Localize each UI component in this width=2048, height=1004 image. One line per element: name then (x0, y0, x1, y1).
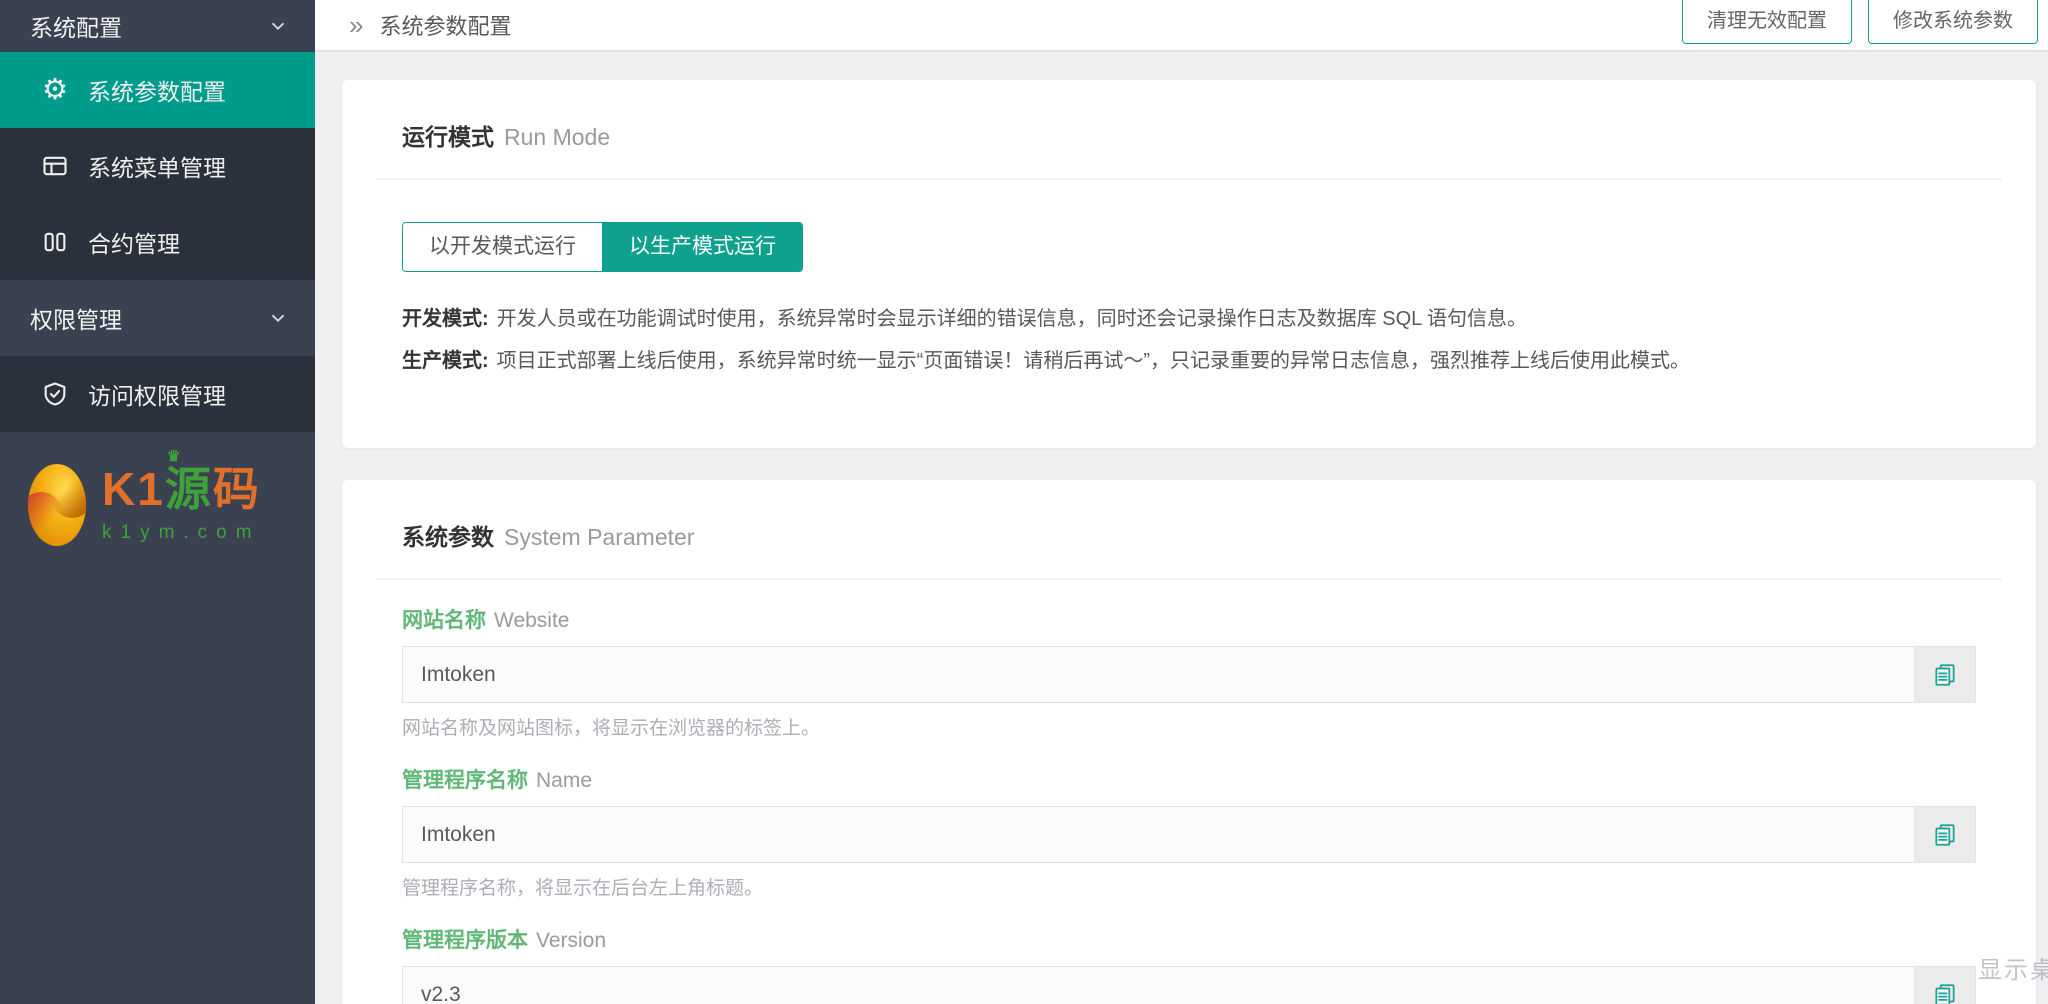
admin-name-input[interactable] (402, 806, 1914, 863)
chevron-down-icon (267, 307, 289, 329)
admin-name-field-group: 管理程序名称Name 管理程序名称，将显示在后台左上角标题。 (402, 764, 1976, 900)
topbar: » 系统参数配置 清理无效配置 修改系统参数 (315, 0, 2048, 52)
copy-admin-name-button[interactable] (1914, 806, 1976, 863)
website-field-group: 网站名称Website 网站名称及网站图标，将显示在浏览器的标签上。 (402, 604, 1976, 740)
dev-mode-button[interactable]: 以开发模式运行 (403, 223, 603, 271)
copy-icon (1932, 982, 1958, 1004)
crown-icon: ♛ (167, 449, 182, 464)
breadcrumb: » 系统参数配置 (349, 9, 511, 41)
sidebar-item-label: 系统参数配置 (88, 73, 226, 107)
sidebar-item-contract[interactable]: 合约管理 (0, 204, 315, 280)
menu-table-icon (38, 149, 72, 183)
dev-mode-description: 开发模式:开发人员或在功能调试时使用，系统异常时会显示详细的错误信息，同时还会记… (402, 298, 1976, 340)
sidebar-group-permissions[interactable]: 权限管理 (0, 280, 315, 356)
admin-app: 系统配置 ⚙ 系统参数配置 系统菜单管理 合约管理 权限管理 (0, 0, 2048, 1004)
sidebar-item-system-params[interactable]: ⚙ 系统参数配置 (0, 52, 315, 128)
divider (376, 178, 2002, 180)
version-field-label: 管理程序版本Version (402, 924, 1976, 954)
website-field-label: 网站名称Website (402, 604, 1976, 634)
brand-logo: K1♛源码 k1ym.com (0, 464, 315, 546)
admin-name-help-text: 管理程序名称，将显示在后台左上角标题。 (402, 873, 1976, 900)
copy-icon (1932, 822, 1958, 848)
main-content: 运行模式Run Mode 以开发模式运行 以生产模式运行 开发模式:开发人员或在… (315, 54, 2048, 1004)
chevron-down-icon (267, 15, 289, 37)
website-input[interactable] (402, 646, 1914, 703)
double-chevron-icon: » (349, 12, 363, 38)
website-help-text: 网站名称及网站图标，将显示在浏览器的标签上。 (402, 713, 1976, 740)
version-field-group: 管理程序版本Version (402, 924, 1976, 1004)
sidebar-group-label: 系统配置 (30, 9, 122, 43)
logo-text-yuan: ♛源 (165, 463, 213, 515)
logo-domain: k1ym.com (102, 522, 261, 544)
system-param-title: 系统参数System Parameter (402, 518, 1976, 552)
sidebar-item-label: 访问权限管理 (88, 377, 226, 411)
prod-mode-description: 生产模式:项目正式部署上线后使用，系统异常时统一显示“页面错误！请稍后再试～”，… (402, 340, 1976, 382)
run-mode-toggle: 以开发模式运行 以生产模式运行 (402, 222, 803, 272)
sidebar-item-label: 系统菜单管理 (88, 149, 226, 183)
sidebar-item-system-menu[interactable]: 系统菜单管理 (0, 128, 315, 204)
contract-icon (38, 225, 72, 259)
k1-logo-icon (28, 464, 86, 546)
prod-mode-button[interactable]: 以生产模式运行 (603, 223, 802, 271)
modify-system-params-button[interactable]: 修改系统参数 (1868, 0, 2038, 44)
breadcrumb-label: 系统参数配置 (379, 9, 511, 41)
shield-check-icon (38, 377, 72, 411)
run-mode-card: 运行模式Run Mode 以开发模式运行 以生产模式运行 开发模式:开发人员或在… (342, 80, 2036, 448)
sidebar-item-label: 合约管理 (88, 225, 180, 259)
sidebar-group-system-config[interactable]: 系统配置 (0, 0, 315, 52)
sidebar-group-label: 权限管理 (30, 301, 122, 335)
logo-text-k1: K1 (102, 463, 165, 515)
divider (376, 578, 2002, 580)
logo-text-ma: 码 (213, 463, 261, 515)
system-param-card: 系统参数System Parameter 网站名称Website 网站名称及网站… (342, 480, 2036, 1004)
show-desktop-watermark: 显示桌面 (1978, 950, 2048, 985)
copy-icon (1932, 662, 1958, 688)
version-input[interactable] (402, 966, 1914, 1004)
admin-name-field-label: 管理程序名称Name (402, 764, 1976, 794)
copy-website-button[interactable] (1914, 646, 1976, 703)
sidebar: 系统配置 ⚙ 系统参数配置 系统菜单管理 合约管理 权限管理 (0, 0, 315, 1004)
gear-icon: ⚙ (38, 73, 72, 107)
sidebar-item-access-permissions[interactable]: 访问权限管理 (0, 356, 315, 432)
clean-invalid-config-button[interactable]: 清理无效配置 (1682, 0, 1852, 44)
copy-version-button[interactable] (1914, 966, 1976, 1004)
run-mode-title: 运行模式Run Mode (402, 118, 1976, 152)
